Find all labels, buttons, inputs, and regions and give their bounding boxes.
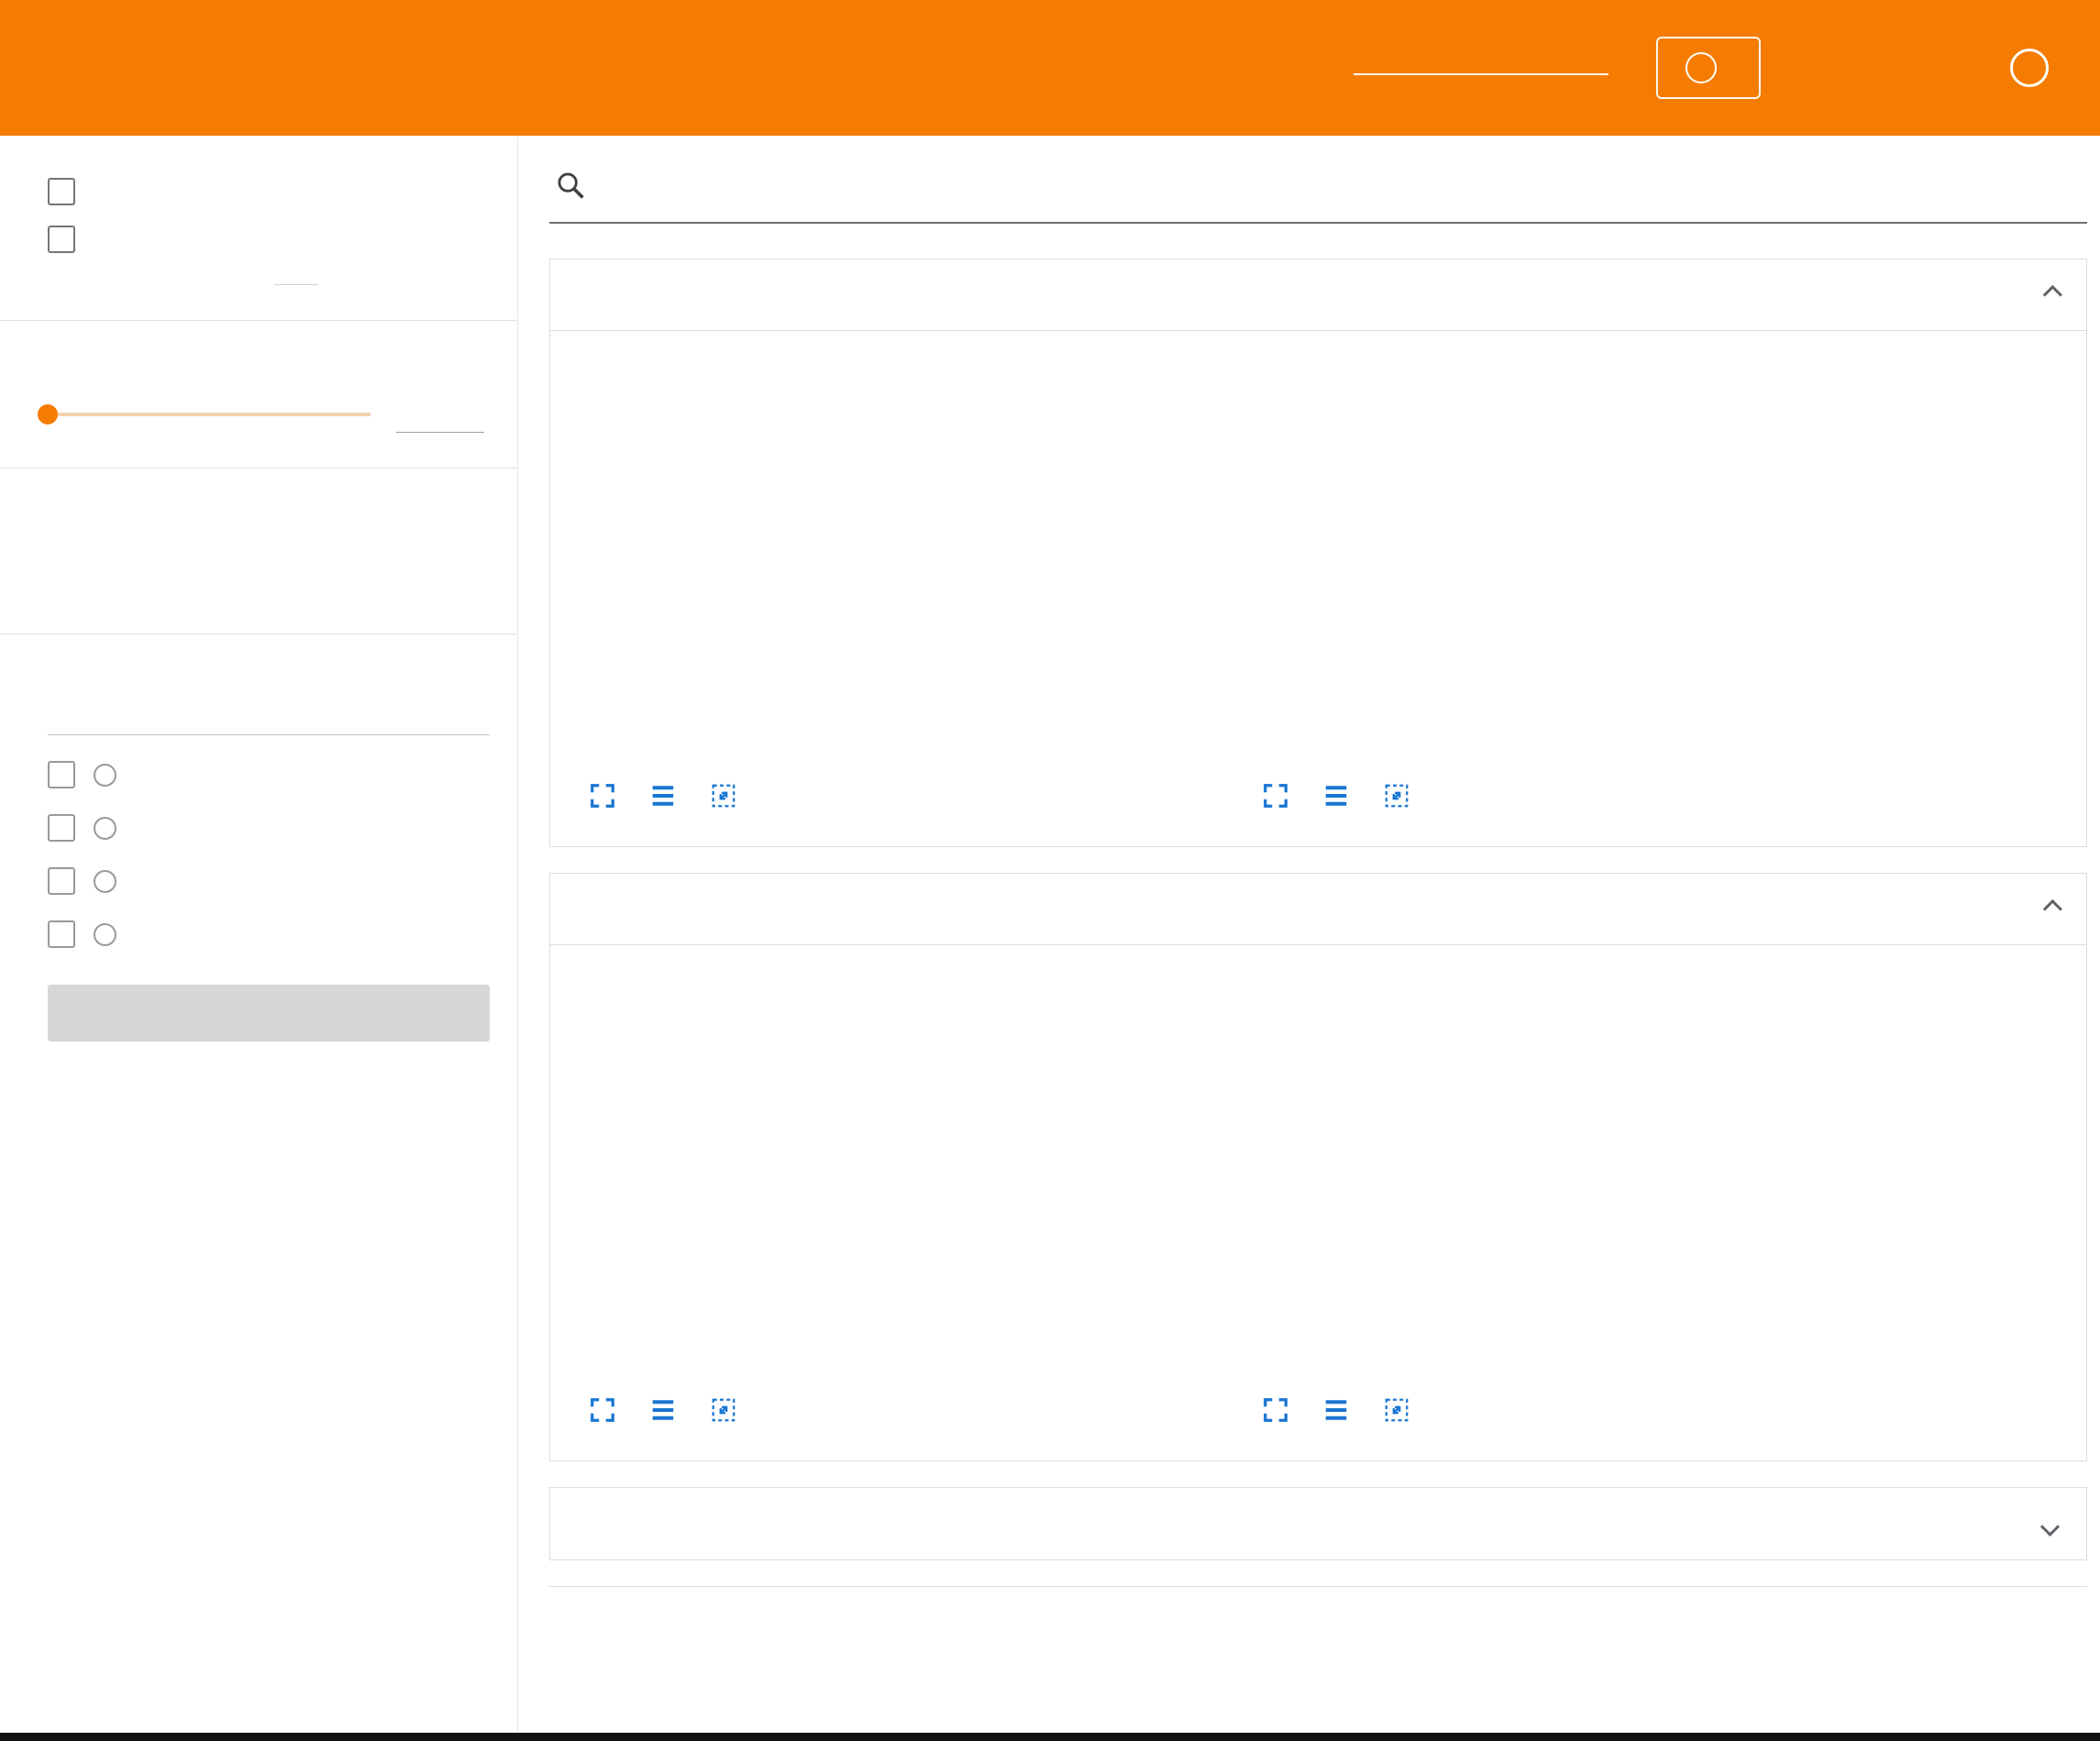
run-item-btc[interactable]: [48, 908, 490, 961]
chart-card-mean-ep-length: [578, 358, 1234, 810]
axis-relative-button[interactable]: [117, 533, 187, 566]
fullscreen-icon[interactable]: [589, 782, 616, 810]
fit-to-data-icon[interactable]: [710, 1396, 737, 1424]
section-rollout-header[interactable]: [550, 874, 2086, 945]
smoothing-value-box: [396, 396, 484, 433]
fullscreen-icon[interactable]: [589, 1396, 616, 1424]
data-table-icon[interactable]: [1322, 782, 1350, 810]
collapse-chevron-icon[interactable]: [2043, 899, 2062, 919]
chart-actions: [1251, 1396, 1907, 1424]
tooltip-sorting-row: [48, 277, 490, 285]
show-download-links-row[interactable]: [48, 178, 490, 205]
ignore-outliers-checkbox[interactable]: [48, 226, 75, 253]
page-body: [0, 136, 2100, 1733]
nav-tabs: [148, 0, 258, 136]
chart-actions: [578, 1396, 1234, 1424]
chart-card-ep-rew-mean: [1251, 973, 1907, 1424]
runs-section: [0, 634, 517, 1107]
ignore-outliers-row[interactable]: [48, 226, 490, 253]
axis-buttons: [48, 533, 490, 599]
charts-row: [550, 331, 2086, 846]
data-table-icon[interactable]: [649, 1396, 677, 1424]
next-card-top-edge: [549, 1586, 2087, 1587]
runs-filter-input[interactable]: [48, 684, 490, 735]
run-checkbox[interactable]: [48, 920, 75, 948]
data-table-icon[interactable]: [1322, 1396, 1350, 1424]
run-color-circle: [94, 923, 116, 946]
section-eval: [549, 259, 2087, 847]
main-content: [518, 136, 2100, 1733]
slider-thumb[interactable]: [38, 404, 58, 424]
chart-actions: [578, 782, 1234, 810]
bottom-edge: [0, 1733, 2100, 1741]
refresh-icon[interactable]: [1860, 32, 1928, 104]
run-checkbox[interactable]: [48, 761, 75, 788]
fit-to-data-icon[interactable]: [1383, 782, 1410, 810]
section-eval-header[interactable]: [550, 259, 2086, 331]
section-rollout: [549, 873, 2087, 1461]
settings-sidebar: [0, 136, 518, 1733]
fullscreen-icon[interactable]: [1262, 1396, 1289, 1424]
run-item-ada[interactable]: [48, 854, 490, 908]
tag-filter-bar: [549, 154, 2087, 224]
chart-card-mean-reward: [1251, 358, 1907, 810]
tab-scalars[interactable]: [203, 0, 258, 136]
line-chart-canvas[interactable]: [1251, 982, 1893, 1376]
search-icon: [555, 170, 586, 201]
help-icon[interactable]: [1995, 32, 2063, 104]
fullscreen-icon[interactable]: [1262, 782, 1289, 810]
horizontal-axis-section: [0, 468, 517, 634]
smoothing-section: [0, 321, 517, 468]
fit-to-data-icon[interactable]: [710, 782, 737, 810]
run-color-circle: [94, 870, 116, 893]
collapse-chevron-icon[interactable]: [2040, 1516, 2060, 1536]
chart-actions: [1251, 782, 1907, 810]
run-item-1inch[interactable]: [48, 748, 490, 801]
collapse-chevron-icon[interactable]: [2043, 285, 2062, 304]
fit-to-data-icon[interactable]: [1383, 1396, 1410, 1424]
data-table-icon[interactable]: [649, 782, 677, 810]
general-settings-section: [0, 178, 517, 320]
toggle-all-runs-button[interactable]: [48, 985, 490, 1041]
smoothing-value-input[interactable]: [398, 400, 459, 428]
line-chart-canvas[interactable]: [1251, 368, 1893, 762]
brightness-icon[interactable]: [1792, 32, 1860, 104]
info-icon: [1686, 52, 1717, 83]
run-item-aave[interactable]: [48, 801, 490, 854]
smoothing-slider[interactable]: [48, 413, 370, 416]
charts-row: [550, 945, 2086, 1460]
tag-filter-input[interactable]: [604, 169, 2082, 202]
line-chart-canvas[interactable]: [578, 368, 1220, 762]
upload-button[interactable]: [1656, 37, 1761, 99]
axis-wall-button[interactable]: [48, 566, 117, 599]
help-glyph: [2010, 49, 2049, 87]
smoothing-slider-row: [48, 396, 490, 433]
show-download-links-checkbox[interactable]: [48, 178, 75, 205]
section-time-header[interactable]: [550, 1488, 2086, 1559]
run-list: [48, 748, 490, 961]
topbar: [0, 0, 2100, 136]
settings-gear-icon[interactable]: [1928, 32, 1995, 104]
tooltip-sorting-select[interactable]: [274, 277, 318, 285]
tab-time-series[interactable]: [148, 0, 203, 136]
section-time: [549, 1487, 2087, 1560]
chart-card-ep-len-mean: [578, 973, 1234, 1424]
line-chart-canvas[interactable]: [578, 982, 1220, 1376]
run-checkbox[interactable]: [48, 867, 75, 895]
run-color-circle: [94, 764, 116, 787]
status-dropdown[interactable]: [1354, 61, 1608, 75]
run-checkbox[interactable]: [48, 814, 75, 842]
axis-step-button[interactable]: [48, 533, 117, 566]
run-color-circle: [94, 817, 116, 840]
